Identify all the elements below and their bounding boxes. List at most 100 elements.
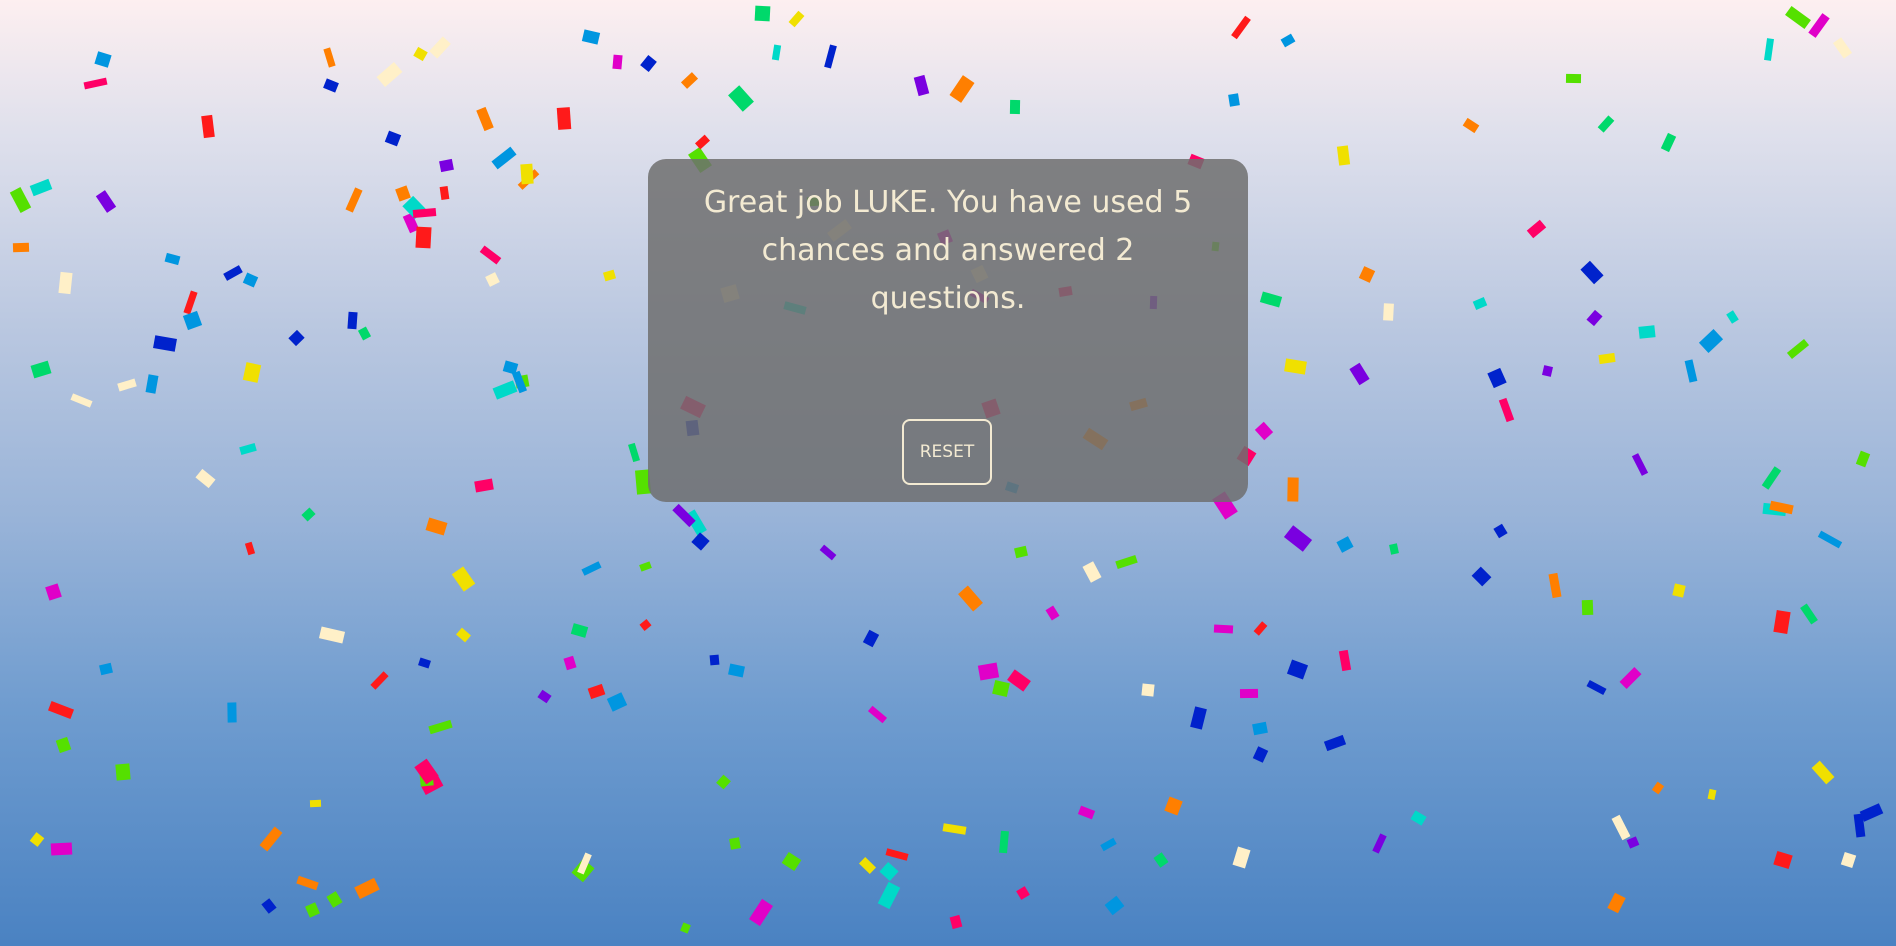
confetti-piece <box>680 922 691 934</box>
confetti-piece <box>1800 603 1818 625</box>
confetti-piece <box>83 77 108 90</box>
confetti-piece <box>1016 886 1030 900</box>
confetti-piece <box>1548 572 1562 599</box>
confetti-piece <box>1526 219 1547 239</box>
confetti-piece <box>867 705 888 724</box>
confetti-piece <box>492 380 518 400</box>
confetti-piece <box>1672 583 1686 598</box>
confetti-piece <box>537 689 552 704</box>
confetti-piece <box>728 663 745 678</box>
confetti-piece <box>1597 115 1615 133</box>
confetti-piece <box>1336 145 1351 166</box>
confetti-piece <box>1009 99 1021 115</box>
confetti-piece <box>1611 814 1631 841</box>
confetti-piece <box>999 830 1009 854</box>
confetti-piece <box>1840 851 1857 869</box>
confetti-piece <box>1586 679 1607 696</box>
confetti-piece <box>612 54 623 70</box>
confetti-piece <box>639 619 652 631</box>
confetti-piece <box>429 36 451 59</box>
confetti-piece <box>1007 669 1031 692</box>
confetti-piece <box>485 272 500 287</box>
confetti-piece <box>195 468 216 489</box>
confetti-piece <box>1252 721 1268 736</box>
confetti-piece <box>1284 358 1307 375</box>
confetti-piece <box>153 335 177 352</box>
confetti-piece <box>1808 13 1830 38</box>
confetti-piece <box>1100 837 1117 852</box>
confetti-piece <box>1565 73 1582 84</box>
confetti-piece <box>1773 850 1793 870</box>
confetti-piece <box>992 679 1010 698</box>
confetti-piece <box>357 326 372 341</box>
confetti-piece <box>439 186 450 200</box>
confetti-piece <box>691 532 710 551</box>
confetti-piece <box>754 5 771 22</box>
confetti-piece <box>885 848 909 861</box>
result-message: Great job LUKE. You have used 5 chances … <box>703 185 1193 316</box>
confetti-piece <box>1471 566 1492 587</box>
confetti-piece <box>1259 291 1283 308</box>
confetti-piece <box>301 507 316 522</box>
reset-button[interactable]: RESET <box>902 419 992 485</box>
confetti-piece <box>1498 397 1515 423</box>
confetti-piece <box>1607 892 1626 914</box>
confetti-piece <box>602 269 617 282</box>
confetti-piece <box>117 378 137 392</box>
confetti-piece <box>563 655 577 671</box>
confetti-piece <box>29 832 45 847</box>
confetti-piece <box>1684 359 1698 383</box>
confetti-piece <box>581 29 601 45</box>
confetti-piece <box>1855 450 1871 468</box>
confetti-piece <box>354 877 380 900</box>
confetti-piece <box>1785 5 1811 30</box>
confetti-piece <box>1228 93 1240 107</box>
confetti-piece <box>1283 525 1313 552</box>
confetti-piece <box>30 360 52 379</box>
confetti-piece <box>1773 610 1791 634</box>
confetti-piece <box>451 566 476 592</box>
confetti-piece <box>1115 554 1138 570</box>
confetti-piece <box>1761 466 1782 490</box>
confetti-piece <box>1811 760 1835 785</box>
confetti-piece <box>949 914 963 930</box>
confetti-piece <box>1338 649 1352 672</box>
confetti-piece <box>913 74 930 97</box>
confetti-piece <box>296 875 319 891</box>
confetti-piece <box>58 271 73 295</box>
confetti-piece <box>201 114 215 139</box>
confetti-piece <box>242 272 259 288</box>
confetti-piece <box>227 702 237 723</box>
confetti-piece <box>520 163 534 185</box>
confetti-piece <box>94 51 112 68</box>
confetti-piece <box>781 851 802 872</box>
confetti-piece <box>680 72 699 89</box>
confetti-piece <box>95 190 117 213</box>
confetti-piece <box>942 823 967 835</box>
confetti-piece <box>242 362 262 383</box>
confetti-piece <box>305 902 320 918</box>
confetti-piece <box>628 442 640 463</box>
confetti-piece <box>12 242 30 253</box>
confetti-piece <box>879 861 899 882</box>
confetti-piece <box>223 265 243 281</box>
confetti-piece <box>1580 260 1604 285</box>
confetti-piece <box>244 541 256 556</box>
confetti-piece <box>1764 38 1774 61</box>
confetti-piece <box>1462 117 1480 134</box>
confetti-piece <box>1631 453 1649 476</box>
confetti-piece <box>323 47 336 68</box>
confetti-piece <box>788 10 805 28</box>
confetti-piece <box>474 478 494 493</box>
confetti-piece <box>1254 421 1274 441</box>
confetti-piece <box>1651 781 1665 795</box>
confetti-piece <box>1252 746 1269 763</box>
confetti-piece <box>639 561 652 572</box>
confetti-piece <box>640 54 657 73</box>
confetti-piece <box>55 736 72 754</box>
confetti-piece <box>70 393 93 408</box>
confetti-piece <box>479 245 502 265</box>
confetti-piece <box>1638 325 1656 339</box>
confetti-piece <box>45 583 62 601</box>
confetti-piece <box>1581 599 1594 616</box>
